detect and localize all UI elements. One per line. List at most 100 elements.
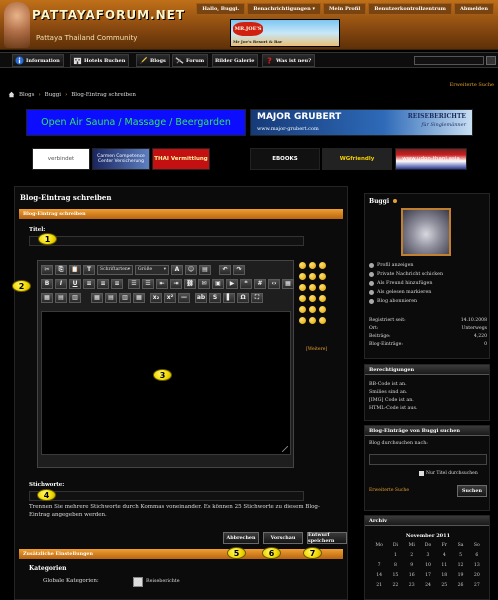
smiley-icon[interactable] (299, 317, 306, 324)
notifications-menu[interactable]: Benachrichtigungen ▾ (247, 3, 321, 15)
smiley-icon[interactable] (319, 284, 326, 291)
calendar-day[interactable]: 23 (404, 583, 420, 591)
nav-tab-forum[interactable]: Forum (172, 54, 209, 67)
smiley-icon[interactable] (319, 295, 326, 302)
logo-image[interactable] (4, 2, 30, 48)
numbered-list-button[interactable]: ☰ (128, 278, 140, 289)
smiley-icon[interactable] (309, 262, 316, 269)
paste-button[interactable]: 📋 (69, 264, 81, 275)
php-button[interactable]: ▦ (282, 278, 294, 289)
superscript-button[interactable]: x² (164, 292, 176, 303)
advanced-search-link[interactable]: Erweiterte Suche (450, 82, 494, 88)
smiley-icon[interactable] (299, 295, 306, 302)
ad-ebooks[interactable]: EBOOKS (250, 148, 320, 170)
italic-button[interactable]: I (55, 278, 67, 289)
resize-handle-icon[interactable] (282, 446, 288, 452)
nav-tab-gallery[interactable]: Bilder Galerie (212, 54, 259, 67)
highlight-button[interactable]: ▌ (223, 292, 235, 303)
add-friend-link[interactable]: Als Freund hinzufügen (369, 281, 432, 286)
align-left-button[interactable]: ≡ (83, 278, 95, 289)
indent-button[interactable]: ⇥ (170, 278, 182, 289)
underline-button[interactable]: U (69, 278, 81, 289)
delete-row-button[interactable]: ▤ (105, 292, 117, 303)
nav-tab-blogs[interactable]: Blogs (136, 54, 170, 67)
smiley-icon[interactable] (309, 317, 316, 324)
ad-carmen-insurance[interactable]: Carmen Competence Center Versicherung (92, 148, 150, 170)
calendar-day[interactable]: 25 (436, 583, 452, 591)
calendar-day[interactable]: 14 (371, 573, 387, 581)
calendar-day[interactable]: 22 (387, 583, 403, 591)
calendar-day[interactable]: 15 (387, 573, 403, 581)
smiley-button[interactable]: ☺ (185, 264, 197, 275)
bold-button[interactable]: B (41, 278, 53, 289)
title-only-checkbox[interactable] (419, 471, 424, 476)
breadcrumb-blogs[interactable]: Blogs (19, 92, 34, 98)
permission-img[interactable]: [IMG] Code ist an. (369, 398, 414, 403)
send-pm-link[interactable]: Private Nachricht schicken (369, 272, 443, 277)
blog-search-input[interactable] (369, 454, 487, 465)
smiley-icon[interactable] (309, 306, 316, 313)
sauna-banner[interactable]: Open Air Sauna / Massage / Beergarden (26, 109, 246, 136)
header-ad-banner[interactable]: MR.JOE'S Mr Joe's Resort & Bar (230, 19, 340, 47)
save-draft-button[interactable]: Entwurf speichern (307, 532, 347, 544)
site-logo[interactable]: PATTAYAFORUM.NET (32, 8, 185, 22)
logout-link[interactable]: Abmelden (453, 3, 494, 15)
calendar-day[interactable]: 16 (404, 573, 420, 581)
special-char-button[interactable]: Ω (237, 292, 249, 303)
calendar-day[interactable]: 5 (452, 553, 468, 561)
editor-text-area[interactable] (41, 311, 291, 455)
smiley-icon[interactable] (309, 273, 316, 280)
smiley-icon[interactable] (319, 306, 326, 313)
home-icon[interactable] (8, 91, 15, 98)
calendar-day[interactable]: 19 (452, 573, 468, 581)
sidebar-advanced-search-link[interactable]: Erweiterte Suche (369, 488, 409, 493)
tags-input[interactable] (29, 491, 304, 501)
calendar-day[interactable]: 12 (452, 563, 468, 571)
size-select[interactable]: Größe ▾ (135, 264, 169, 275)
abort-button[interactable]: Abbrechen (223, 532, 259, 544)
calendar-month[interactable]: November 2011 (365, 533, 491, 539)
permission-bbcode[interactable]: BB-Code ist an. (369, 382, 407, 387)
image-button[interactable]: ▣ (212, 278, 224, 289)
smiley-icon[interactable] (299, 273, 306, 280)
outdent-button[interactable]: ⇤ (156, 278, 168, 289)
link-button[interactable]: ⛓ (184, 278, 196, 289)
undo-button[interactable]: ↶ (219, 264, 231, 275)
calendar-day[interactable]: 11 (436, 563, 452, 571)
smiley-icon[interactable] (299, 306, 306, 313)
align-center-button[interactable]: ≡ (97, 278, 109, 289)
calendar-day[interactable]: 8 (387, 563, 403, 571)
profile-username[interactable]: Buggi (369, 198, 389, 205)
calendar-day[interactable]: 3 (420, 553, 436, 561)
spellcheck-button[interactable]: ab (195, 292, 207, 303)
subscribe-blog-link[interactable]: Blog abonnieren (369, 299, 417, 304)
calendar-day[interactable]: 27 (469, 583, 485, 591)
html-button[interactable]: ‹› (268, 278, 280, 289)
video-button[interactable]: ▶ (226, 278, 238, 289)
smiley-icon[interactable] (299, 284, 306, 291)
font-select[interactable]: Schriftarten ▾ (97, 264, 133, 275)
delete-col-button[interactable]: ▦ (133, 292, 145, 303)
additional-settings-header[interactable]: Zusätzliche Einstellungen (19, 549, 343, 559)
calendar-day[interactable]: 7 (371, 563, 387, 571)
my-profile-link[interactable]: Mein Profil (322, 3, 367, 15)
smiley-icon[interactable] (309, 284, 316, 291)
calendar-day[interactable]: 21 (371, 583, 387, 591)
nav-tab-hotels[interactable]: Hotels Buchen (70, 54, 130, 67)
calendar-day[interactable]: 2 (404, 553, 420, 561)
nav-tab-information[interactable]: Information (12, 54, 64, 67)
calendar-day[interactable]: 17 (420, 573, 436, 581)
hr-button[interactable]: — (178, 292, 190, 303)
ad-verbindet[interactable]: verbindet (32, 148, 90, 170)
smiley-icon[interactable] (319, 262, 326, 269)
insert-row-button[interactable]: ▦ (91, 292, 103, 303)
font-color-button[interactable]: A (171, 264, 183, 275)
ad-wgfriendly[interactable]: WGfriendly (322, 148, 392, 170)
align-right-button[interactable]: ≡ (111, 278, 123, 289)
table-row-button[interactable]: ▤ (55, 292, 67, 303)
insert-col-button[interactable]: ▥ (119, 292, 131, 303)
calendar-day[interactable]: 9 (404, 563, 420, 571)
greeting-link[interactable]: Hallo, Buggi. (196, 3, 246, 15)
calendar-day[interactable]: 1 (387, 553, 403, 561)
quick-search-button[interactable] (486, 56, 496, 65)
